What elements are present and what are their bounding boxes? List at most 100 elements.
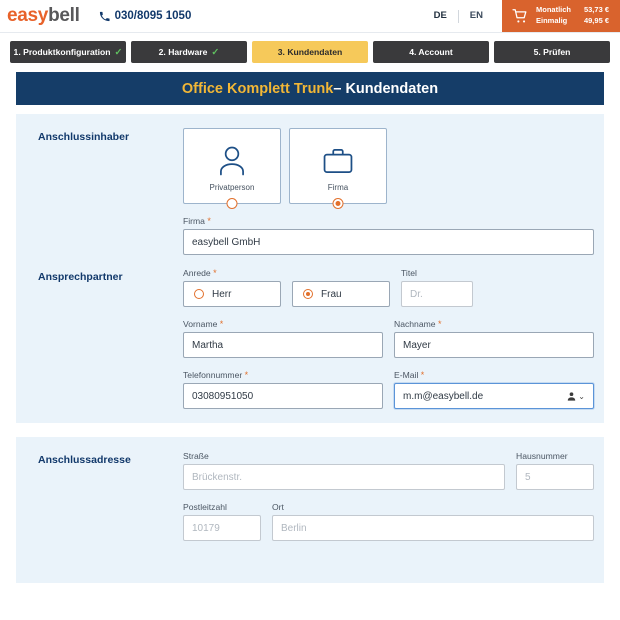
radio-icon xyxy=(303,289,313,299)
anrede-option-herr[interactable]: Herr xyxy=(183,281,281,307)
header-phone[interactable]: 030/8095 1050 xyxy=(99,0,192,32)
vorname-input[interactable]: Martha xyxy=(183,332,383,358)
vorname-group: Vorname * Martha xyxy=(183,319,383,358)
email-input-value: m.m@easybell.de xyxy=(403,390,484,402)
contact-autofill-icon[interactable]: ⌄ xyxy=(566,391,585,402)
anrede-label-text: Anrede xyxy=(183,268,211,278)
owner-card-firma-label: Firma xyxy=(327,182,349,192)
firma-input-value: easybell GmbH xyxy=(192,236,261,248)
postleitzahl-label-text: Postleitzahl xyxy=(183,502,227,512)
cart-monthly-label: Monatlich xyxy=(536,5,571,15)
vorname-label: Vorname * xyxy=(183,319,383,329)
owner-card-firma[interactable]: Firma xyxy=(289,128,387,209)
strasse-label-text: Straße xyxy=(183,451,209,461)
plz-ort-row: Postleitzahl 10179 Ort Berlin xyxy=(183,502,594,541)
titel-input-placeholder: Dr. xyxy=(410,288,423,300)
language-switcher: DE EN xyxy=(423,0,494,32)
lang-en[interactable]: EN xyxy=(459,11,494,21)
vorname-input-value: Martha xyxy=(192,339,224,351)
step-hardware[interactable]: 2. Hardware ✓ xyxy=(131,41,247,63)
step-4-label: 4. Account xyxy=(409,47,453,57)
ort-label: Ort xyxy=(272,502,594,512)
owner-card-privatperson[interactable]: Privatperson xyxy=(183,128,281,209)
email-group: E-Mail * m.m@easybell.de ⌄ xyxy=(394,370,594,409)
telefonnummer-input[interactable]: 03080951050 xyxy=(183,383,383,409)
step-2-label: 2. Hardware xyxy=(158,47,208,57)
customer-data-panel: Anschlussinhaber Privatperson Firma Firm… xyxy=(16,114,604,423)
firma-field-group: Firma * easybell GmbH xyxy=(183,216,594,255)
telefonnummer-input-value: 03080951050 xyxy=(192,390,254,402)
nachname-group: Nachname * Mayer xyxy=(394,319,594,358)
email-input[interactable]: m.m@easybell.de ⌄ xyxy=(394,383,594,409)
titel-input[interactable]: Dr. xyxy=(401,281,473,307)
ort-input[interactable]: Berlin xyxy=(272,515,594,541)
postleitzahl-input[interactable]: 10179 xyxy=(183,515,261,541)
step-account[interactable]: 4. Account xyxy=(373,41,489,63)
anschlussinhaber-fields: Privatperson Firma Firma * easybell GmbH xyxy=(183,128,594,255)
step-kundendaten[interactable]: 3. Kundendaten xyxy=(252,41,368,63)
phone-number: 030/8095 1050 xyxy=(114,10,192,22)
address-panel: Anschlussadresse Straße Brückenstr. Haus… xyxy=(16,437,604,583)
nachname-input[interactable]: Mayer xyxy=(394,332,594,358)
ansprechpartner-label: Ansprechpartner xyxy=(38,271,123,283)
owner-card-firma-radio[interactable] xyxy=(332,198,344,209)
hausnummer-input-placeholder: 5 xyxy=(525,471,531,483)
vorname-label-text: Vorname xyxy=(183,319,218,329)
strasse-row: Straße Brückenstr. Hausnummer 5 xyxy=(183,451,594,490)
header-spacer xyxy=(191,0,422,32)
firma-field-row: Firma * easybell GmbH xyxy=(183,216,594,255)
titel-label: Titel xyxy=(401,268,473,278)
cart-icon xyxy=(512,8,529,25)
cart-summary[interactable]: Monatlich 53,73 € Einmalig 49,95 € xyxy=(502,0,620,32)
step-pruefen[interactable]: 5. Prüfen xyxy=(494,41,610,63)
step-1-label: 1. Produktkonfiguration xyxy=(13,47,111,57)
owner-card-privatperson-label: Privatperson xyxy=(209,182,255,192)
titel-label-text: Titel xyxy=(401,268,417,278)
nachname-label: Nachname * xyxy=(394,319,594,329)
postleitzahl-label: Postleitzahl xyxy=(183,502,261,512)
anrede-options: Herr Frau xyxy=(183,281,390,307)
cart-monthly-value: 53,73 € xyxy=(583,5,609,15)
name-row: Vorname * Martha Nachname * Mayer xyxy=(183,319,594,358)
chevron-down-icon: ⌄ xyxy=(578,391,585,401)
hausnummer-input[interactable]: 5 xyxy=(516,464,594,490)
anschlussinhaber-row: Anschlussinhaber Privatperson Firma Firm… xyxy=(16,128,604,255)
telefonnummer-label-text: Telefonnummer xyxy=(183,370,243,380)
briefcase-icon xyxy=(319,141,357,181)
anrede-group: Anrede * Herr Frau xyxy=(183,268,390,307)
phone-icon xyxy=(99,11,110,22)
step-3-label: 3. Kundendaten xyxy=(277,47,343,57)
strasse-input-placeholder: Brückenstr. xyxy=(192,471,243,483)
logo-text-easy: easy xyxy=(7,5,49,26)
lang-de[interactable]: DE xyxy=(423,11,458,21)
page-title-banner: Office Komplett Trunk – Kundendaten xyxy=(16,72,604,105)
anschlussadresse-fields: Straße Brückenstr. Hausnummer 5 Postleit… xyxy=(183,451,594,541)
strasse-input[interactable]: Brückenstr. xyxy=(183,464,505,490)
anschlussinhaber-label: Anschlussinhaber xyxy=(38,131,130,143)
strasse-label: Straße xyxy=(183,451,505,461)
cart-once-label: Einmalig xyxy=(536,16,568,25)
telefonnummer-group: Telefonnummer * 03080951050 xyxy=(183,370,383,409)
anschlussadresse-row: Anschlussadresse Straße Brückenstr. Haus… xyxy=(16,451,604,541)
check-icon: ✓ xyxy=(211,46,220,58)
titel-group: Titel Dr. xyxy=(401,268,473,307)
hausnummer-group: Hausnummer 5 xyxy=(516,451,594,490)
hausnummer-label: Hausnummer xyxy=(516,451,594,461)
firma-input[interactable]: easybell GmbH xyxy=(183,229,594,255)
anrede-option-frau[interactable]: Frau xyxy=(292,281,390,307)
anrede-option-frau-label: Frau xyxy=(321,288,342,300)
telefonnummer-label: Telefonnummer * xyxy=(183,370,383,380)
easybell-logo[interactable]: easy bell xyxy=(0,0,80,32)
nachname-input-value: Mayer xyxy=(403,339,431,351)
anrede-label: Anrede * xyxy=(183,268,390,278)
required-marker: * xyxy=(437,319,442,329)
contact-row: Telefonnummer * 03080951050 E-Mail * m.m… xyxy=(183,370,594,409)
cart-price-lines: Monatlich 53,73 € Einmalig 49,95 € xyxy=(536,5,609,27)
step-produktkonfiguration[interactable]: 1. Produktkonfiguration ✓ xyxy=(10,41,126,63)
owner-card-privatperson-radio[interactable] xyxy=(226,198,238,209)
checkout-step-nav: 1. Produktkonfiguration ✓ 2. Hardware ✓ … xyxy=(0,33,620,63)
site-header: easy bell 030/8095 1050 DE EN Monatlich 5… xyxy=(0,0,620,33)
firma-label-text: Firma xyxy=(183,216,205,226)
required-marker: * xyxy=(219,319,224,329)
ort-group: Ort Berlin xyxy=(272,502,594,541)
